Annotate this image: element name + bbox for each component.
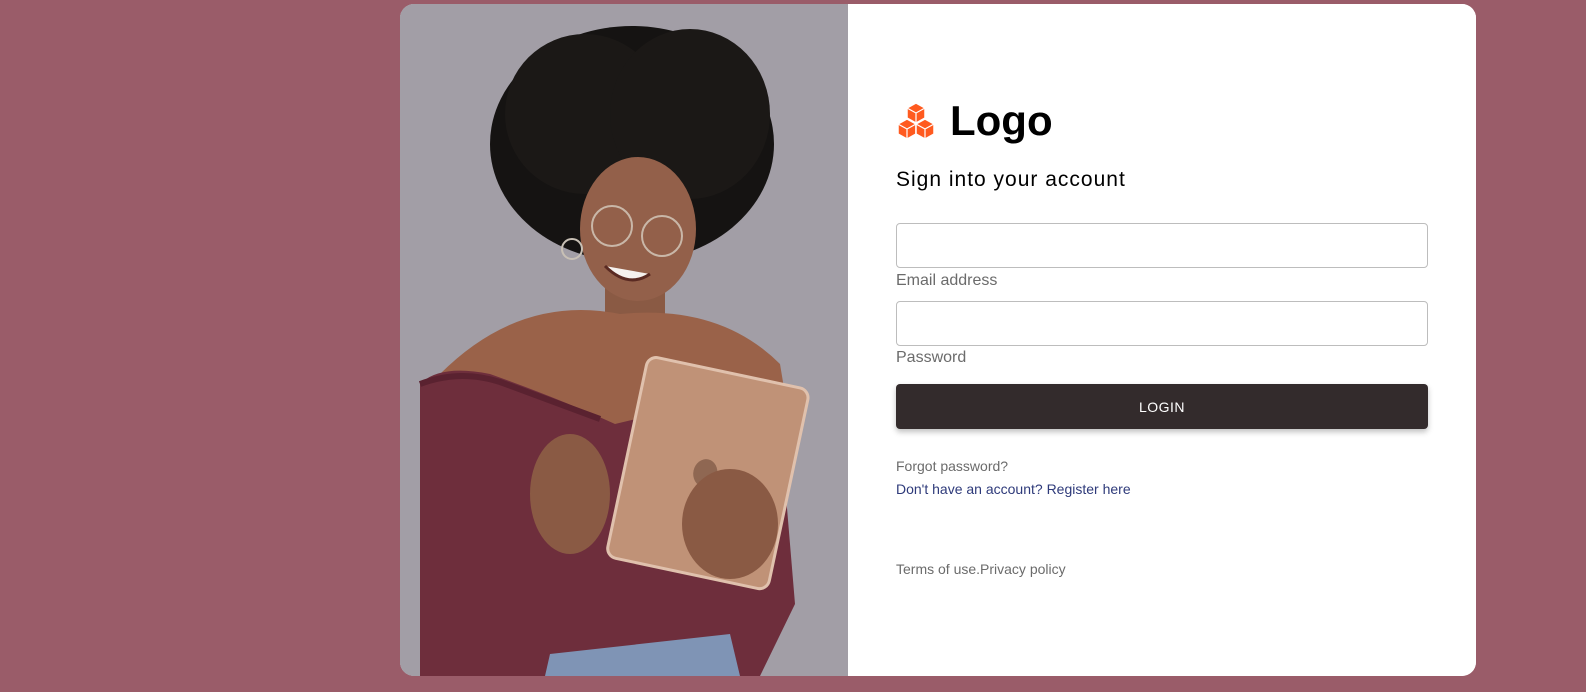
register-line: Don't have an account? Register here xyxy=(896,481,1131,497)
brand: Logo xyxy=(896,100,1053,142)
brand-name: Logo xyxy=(950,97,1053,144)
password-input[interactable] xyxy=(896,301,1428,346)
cubes-icon xyxy=(897,102,935,140)
form-heading: Sign into your account xyxy=(896,168,1126,191)
password-label: Password xyxy=(896,349,967,366)
login-form-pane: Logo Sign into your account Email addres… xyxy=(848,4,1476,676)
register-link[interactable]: Register here xyxy=(1047,481,1131,497)
person-with-tablet-illustration xyxy=(400,4,848,676)
email-input[interactable] xyxy=(896,223,1428,268)
terms-of-use-link[interactable]: Terms of use. xyxy=(896,561,980,577)
register-prompt: Don't have an account? xyxy=(896,481,1047,497)
forgot-password-link[interactable]: Forgot password? xyxy=(896,458,1008,474)
hero-photo xyxy=(400,4,848,676)
privacy-policy-link[interactable]: Privacy policy xyxy=(980,561,1066,577)
footer-links: Terms of use.Privacy policy xyxy=(896,561,1066,577)
login-button[interactable]: LOGIN xyxy=(896,384,1428,429)
email-label: Email address xyxy=(896,272,998,289)
login-card: Logo Sign into your account Email addres… xyxy=(400,4,1476,676)
